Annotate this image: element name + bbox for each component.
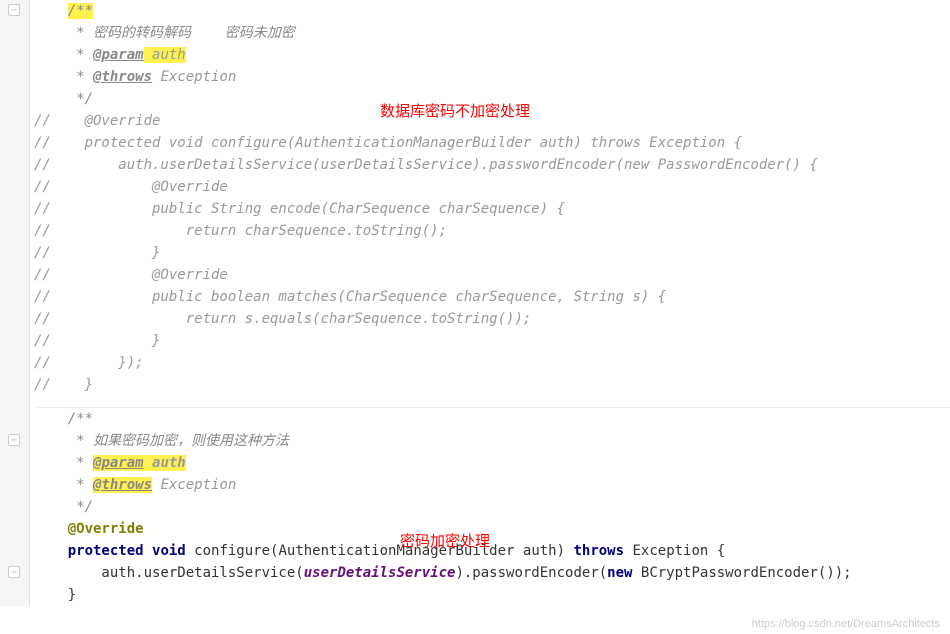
code-line[interactable]: // @Override xyxy=(34,176,950,198)
code-line[interactable]: // return charSequence.toString(); xyxy=(34,220,950,242)
code-line[interactable]: // } xyxy=(34,242,950,264)
code-line[interactable]: // public boolean matches(CharSequence c… xyxy=(34,286,950,308)
fold-icon[interactable]: − xyxy=(8,4,20,16)
fold-icon[interactable]: − xyxy=(8,434,20,446)
code-line[interactable]: // }); xyxy=(34,352,950,374)
code-line[interactable]: } xyxy=(34,584,950,606)
code-line[interactable]: * 密码的转码解码 密码未加密 xyxy=(34,22,950,44)
gutter: − − − xyxy=(0,0,30,606)
code-line[interactable]: auth.userDetailsService(userDetailsServi… xyxy=(34,562,950,584)
code-line[interactable]: // public String encode(CharSequence cha… xyxy=(34,198,950,220)
code-line[interactable]: * @param auth xyxy=(34,44,950,66)
code-line[interactable]: // } xyxy=(34,374,950,396)
code-line[interactable]: */ xyxy=(34,496,950,518)
separator xyxy=(34,396,950,408)
code-area[interactable]: 数据库密码不加密处理 密码加密处理 /** * 密码的转码解码 密码未加密 * … xyxy=(30,0,950,606)
code-line[interactable]: // } xyxy=(34,330,950,352)
code-line[interactable]: * 如果密码加密，则使用这种方法 xyxy=(34,430,950,452)
code-line[interactable]: // return s.equals(charSequence.toString… xyxy=(34,308,950,330)
code-line[interactable]: /** xyxy=(34,408,950,430)
watermark: https://blog.csdn.net/DreamsArchitects xyxy=(752,618,940,630)
annotation-label-bottom: 密码加密处理 xyxy=(400,530,490,551)
code-editor[interactable]: − − − 数据库密码不加密处理 密码加密处理 /** * 密码的转码解码 密码… xyxy=(0,0,950,606)
annotation-label-top: 数据库密码不加密处理 xyxy=(380,100,530,121)
code-line[interactable]: @Override xyxy=(34,518,950,540)
code-line[interactable]: * @throws Exception xyxy=(34,474,950,496)
code-line[interactable]: /** xyxy=(34,0,950,22)
code-line[interactable]: // protected void configure(Authenticati… xyxy=(34,132,950,154)
code-line[interactable]: // @Override xyxy=(34,264,950,286)
fold-icon[interactable]: − xyxy=(8,566,20,578)
code-line[interactable]: protected void configure(AuthenticationM… xyxy=(34,540,950,562)
code-line[interactable]: * @param auth xyxy=(34,452,950,474)
code-line[interactable]: * @throws Exception xyxy=(34,66,950,88)
code-line[interactable]: // auth.userDetailsService(userDetailsSe… xyxy=(34,154,950,176)
